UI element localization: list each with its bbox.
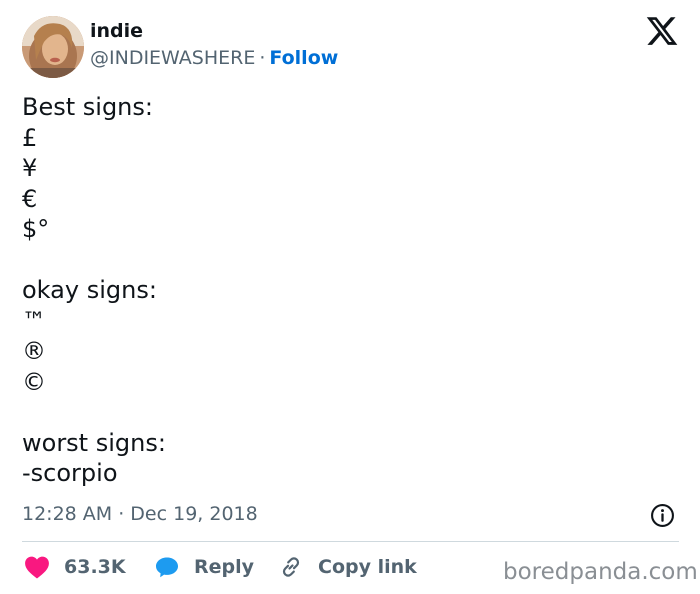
separator-dot: · — [259, 47, 266, 69]
watermark: boredpanda.com — [503, 559, 698, 585]
copy-link-label: Copy link — [318, 556, 417, 578]
divider — [22, 541, 679, 542]
tweet-text: Best signs: £ ¥ € $° okay signs: ™ ® © w… — [22, 93, 166, 487]
follow-button[interactable]: Follow — [269, 47, 338, 69]
copy-link-button[interactable]: Copy link — [278, 555, 417, 579]
info-icon[interactable] — [650, 503, 675, 528]
handle[interactable]: @INDIEWASHERE — [90, 47, 255, 69]
avatar-image — [22, 16, 84, 78]
avatar[interactable] — [22, 16, 84, 78]
display-name[interactable]: indie — [90, 20, 143, 42]
likes-count: 63.3K — [64, 556, 126, 578]
tweet-card: indie @INDIEWASHERE · Follow Best signs: £… — [0, 0, 700, 594]
handle-row: @INDIEWASHERE · Follow — [90, 47, 338, 69]
speech-bubble-icon — [154, 555, 180, 579]
timestamp[interactable]: 12:28 AM · Dec 19, 2018 — [22, 503, 258, 525]
heart-icon — [24, 555, 50, 579]
like-button[interactable]: 63.3K — [24, 555, 126, 579]
reply-button[interactable]: Reply — [154, 555, 254, 579]
x-logo-icon[interactable] — [645, 14, 679, 48]
reply-label: Reply — [194, 556, 255, 578]
link-icon — [278, 555, 304, 579]
